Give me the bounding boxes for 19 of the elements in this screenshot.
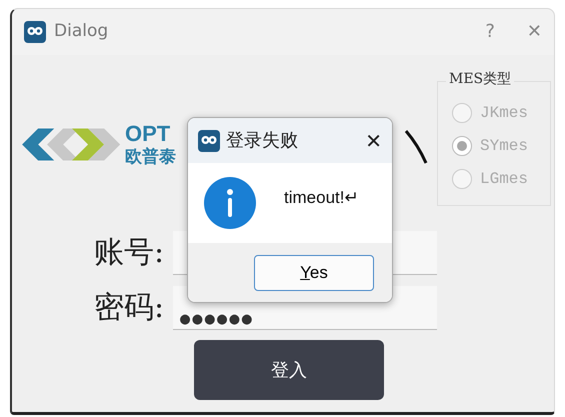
- dialog-title: 登录失败: [226, 129, 298, 153]
- message-text: timeout!↵: [284, 187, 358, 209]
- logo-text: OPT: [125, 122, 172, 144]
- radio-label: LGmes: [480, 168, 528, 190]
- logo-text: 欧普泰: [125, 148, 176, 166]
- info-icon: [204, 177, 256, 229]
- window-title: Dialog: [54, 20, 108, 44]
- radio-button[interactable]: [452, 102, 472, 122]
- app-icon: [24, 21, 46, 43]
- field-label: 密码:: [94, 289, 166, 327]
- login-button[interactable]: 登入: [194, 340, 384, 400]
- radio-button[interactable]: [452, 168, 472, 188]
- radio-label: JKmes: [480, 102, 528, 124]
- app-icon: [198, 130, 220, 152]
- field-label: 账号:: [94, 234, 166, 272]
- yes-button[interactable]: Yes: [254, 254, 374, 290]
- radio-button[interactable]: [452, 136, 472, 156]
- radio-label: SYmes: [480, 136, 528, 156]
- close-button[interactable]: ✕: [365, 130, 382, 150]
